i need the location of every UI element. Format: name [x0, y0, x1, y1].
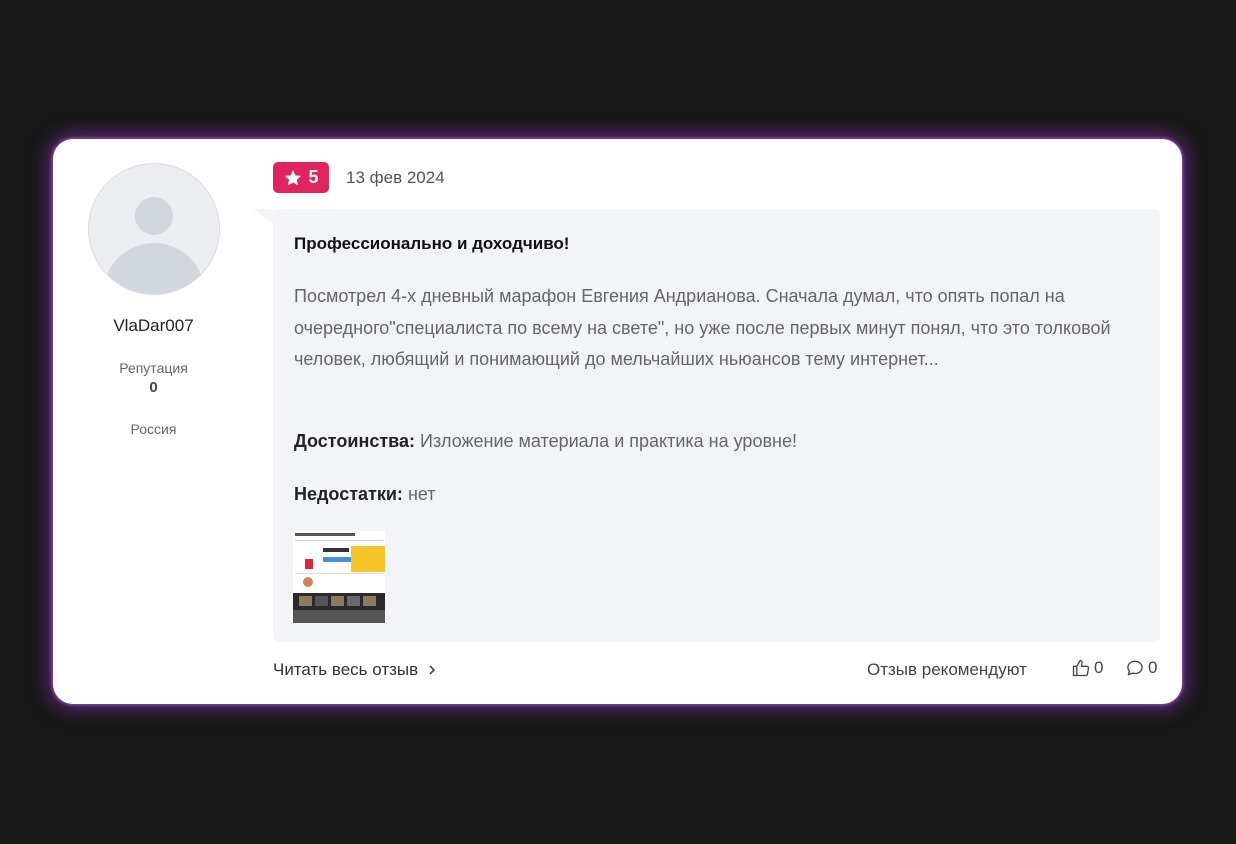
thumbs-up-icon [1072, 659, 1090, 677]
bubble-tail [253, 209, 273, 223]
chevron-right-icon [429, 665, 436, 675]
reputation-label: Репутация [119, 360, 188, 376]
avatar-head [135, 197, 173, 235]
review-card: VlaDar007 Репутация 0 Россия 5 13 фев 20… [53, 139, 1182, 704]
read-more-label: Читать весь отзыв [273, 660, 419, 679]
country: Россия [130, 421, 177, 437]
cons-label: Недостатки: [294, 484, 403, 504]
recommend-label: Отзыв рекомендуют [867, 660, 1027, 679]
rating-value: 5 [308, 167, 319, 187]
reputation-value: 0 [149, 379, 158, 396]
review-date: 13 фев 2024 [346, 168, 445, 187]
review-photo-thumbnail[interactable] [293, 531, 385, 623]
cons-text: нет [407, 484, 436, 504]
read-more-link[interactable]: Читать весь отзыв [273, 660, 438, 680]
review-cons: Недостатки: нет [294, 484, 436, 505]
rating-badge: 5 [273, 162, 329, 193]
review-body: Профессионально и доходчиво! Посмотрел 4… [253, 209, 1160, 642]
comments-button[interactable]: 0 [1125, 658, 1157, 678]
avatar[interactable] [88, 163, 220, 295]
star-icon [285, 169, 302, 185]
review-pros: Достоинства: Изложение материала и практ… [294, 431, 797, 452]
review-title: Профессионально и доходчиво! [294, 234, 570, 253]
username[interactable]: VlaDar007 [53, 316, 254, 336]
like-button[interactable]: 0 [1071, 658, 1103, 678]
pros-label: Достоинства: [294, 431, 415, 451]
review-text: Посмотрел 4-х дневный марафон Евгения Ан… [294, 286, 1111, 369]
likes-count: 0 [1094, 658, 1104, 677]
comments-count: 0 [1148, 658, 1158, 677]
avatar-body [103, 243, 205, 294]
pros-text: Изложение материала и практика на уровне… [420, 431, 797, 451]
comment-icon [1127, 660, 1143, 676]
